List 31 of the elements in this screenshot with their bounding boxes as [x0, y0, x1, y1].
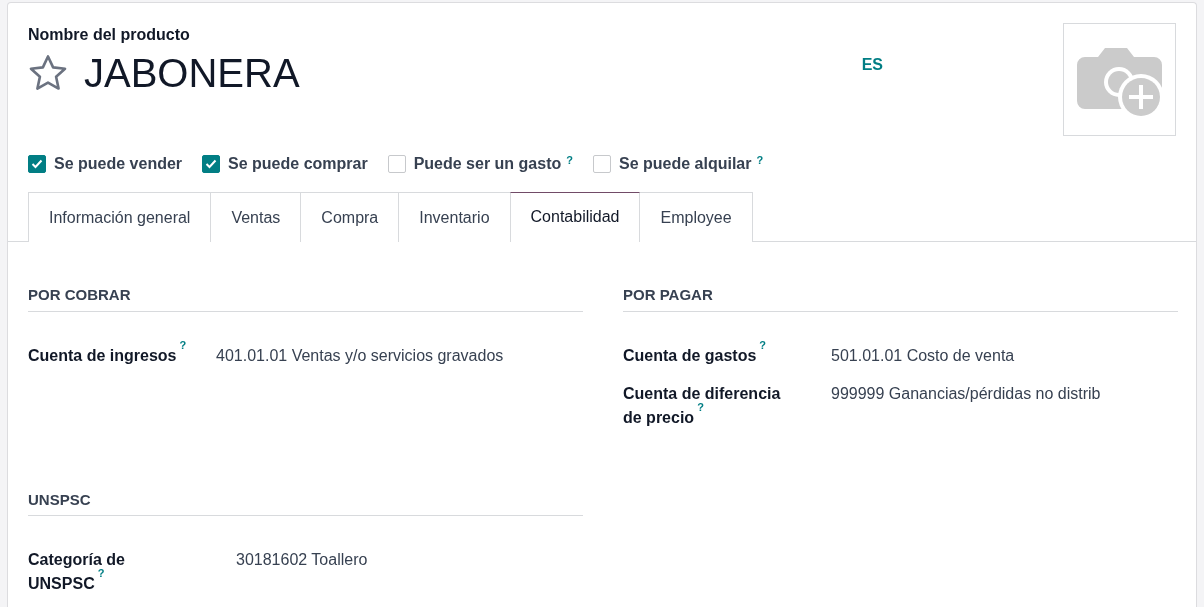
field-label: Cuenta de gastos $^{?}$ [623, 343, 768, 366]
help-tooltip[interactable]: ? [756, 152, 764, 169]
language-link[interactable]: ES [861, 53, 883, 136]
help-tooltip[interactable]: ? [566, 152, 573, 169]
checkbox-label: Se puede vender [54, 154, 183, 174]
checkbox-label: Se puede alquilar [619, 154, 752, 174]
product-name[interactable]: JABONERA [84, 51, 300, 95]
tab[interactable]: Contabilidad [509, 192, 641, 242]
star-icon[interactable] [28, 54, 68, 92]
section-title: POR COBRAR [28, 284, 583, 312]
field-label: Categoría de UNSPSC $^{?}$ [28, 550, 126, 594]
tab[interactable]: Employee [639, 192, 753, 242]
field-label: Cuenta de ingresos $^{?}$ [28, 343, 188, 366]
checkbox[interactable] [28, 155, 46, 173]
tab[interactable]: Información general [28, 192, 212, 242]
tab[interactable]: Compra [300, 192, 400, 242]
field-value[interactable]: 501.01.01 Costo de venta [831, 343, 1015, 368]
field-value[interactable]: 999999 Ganancias/pérdidas no distrib [831, 381, 1101, 430]
section-title: POR PAGAR [623, 284, 1178, 312]
field-value[interactable]: 401.01.01 Ventas y/o servicios gravados [216, 343, 504, 368]
field-value[interactable]: 30181602 Toallero [236, 548, 368, 596]
checkbox-label: Puede ser un gasto [413, 154, 562, 174]
checkbox[interactable] [202, 155, 221, 173]
checkbox-label: Se puede comprar [228, 154, 368, 174]
tab[interactable]: Ventas [210, 192, 302, 242]
field-label: Nombre del producto [28, 25, 191, 45]
field-label: Cuenta de diferencia de precio $^{?}$ [623, 383, 782, 428]
checkbox[interactable] [593, 155, 611, 173]
tab[interactable]: Inventario [398, 192, 511, 242]
checkbox[interactable] [387, 155, 406, 173]
section-title: UNSPSC [28, 488, 583, 516]
